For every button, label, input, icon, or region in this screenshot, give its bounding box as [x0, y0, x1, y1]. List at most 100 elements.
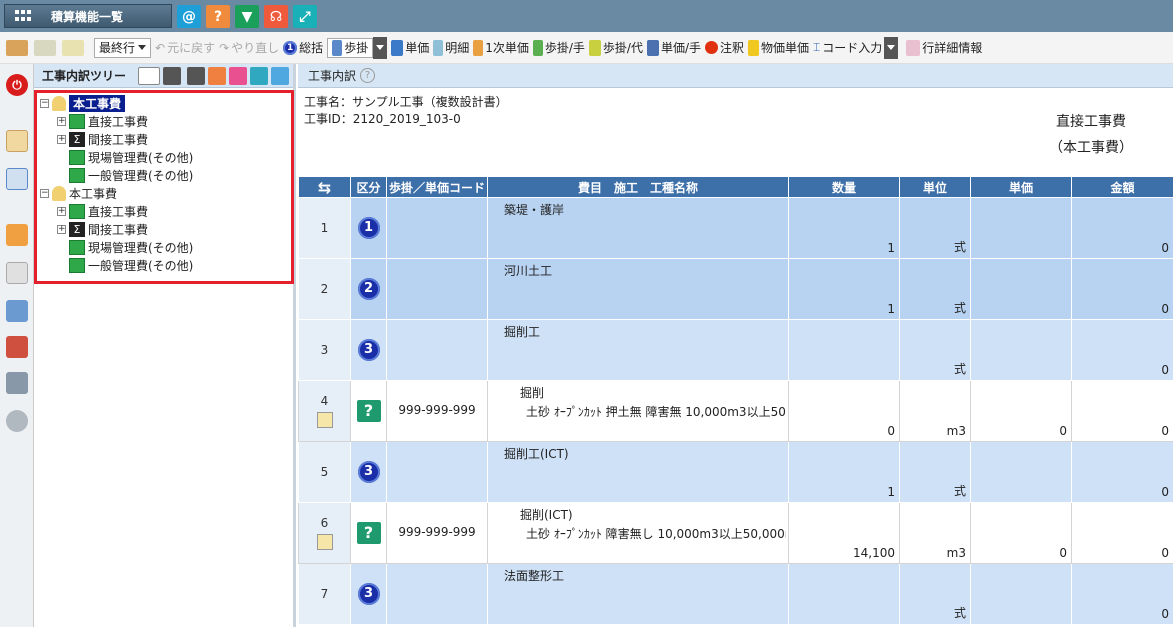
table-row[interactable]: 5 3 掘削工(ICT) 1 式 0 — [298, 441, 1173, 503]
price-cell[interactable] — [970, 441, 1072, 503]
tree-node[interactable]: 現場管理費(その他) — [57, 238, 193, 256]
table-row[interactable]: 3 3 掘削工 式 0 — [298, 319, 1173, 381]
table-row[interactable]: 2 2 河川土工 1 式 0 — [298, 258, 1173, 320]
code-cell[interactable] — [386, 563, 488, 625]
goods-unit-price-button[interactable]: 物価単価 — [746, 36, 811, 60]
detail-button[interactable]: 明細 — [431, 36, 471, 60]
amount-cell[interactable]: 0 — [1071, 380, 1173, 442]
price-cell[interactable] — [970, 258, 1072, 320]
tree-node[interactable]: + Σ 間接工事費 — [57, 220, 148, 238]
settings-icon[interactable] — [6, 410, 28, 432]
row-detail-info-button[interactable]: 行詳細情報 — [904, 36, 984, 60]
table-row[interactable]: 6? 999-999-999 掘削(ICT) 土砂 ｵｰﾌﾟﾝｶｯﾄ 障害無し 10,… — [298, 502, 1173, 564]
qty-cell[interactable] — [788, 319, 900, 381]
note-button[interactable]: 注釈 — [703, 36, 746, 60]
insert-row-button[interactable] — [32, 36, 60, 60]
unit-cell[interactable]: m3 — [899, 502, 971, 564]
qty-cell[interactable] — [788, 563, 900, 625]
table-row[interactable]: 7 3 法面整形工 式 0 — [298, 563, 1173, 625]
price-cell[interactable] — [970, 319, 1072, 381]
tree-node[interactable]: 一般管理費(その他) — [57, 256, 193, 274]
code-cell[interactable] — [386, 258, 488, 320]
expand-icon[interactable]: + — [57, 206, 66, 216]
support-icon[interactable]: ☊ — [264, 5, 288, 28]
beginner-icon[interactable]: ▼ — [235, 5, 259, 28]
gear-icon[interactable] — [187, 66, 206, 85]
chevron-down-icon[interactable] — [163, 66, 182, 85]
expand-icon[interactable]: + — [57, 116, 66, 126]
folder-open-icon[interactable] — [229, 66, 248, 85]
name-cell[interactable]: 法面整形工 — [487, 563, 789, 625]
price-cell[interactable] — [970, 197, 1072, 259]
print-icon[interactable] — [6, 372, 28, 394]
home-icon[interactable] — [6, 224, 28, 246]
tree-node[interactable]: − 本工事費 — [40, 184, 117, 202]
code-cell[interactable] — [386, 441, 488, 503]
amount-cell[interactable]: 0 — [1071, 502, 1173, 564]
amount-cell[interactable]: 0 — [1071, 563, 1173, 625]
price-cell[interactable] — [970, 563, 1072, 625]
name-cell[interactable]: 掘削工(ICT) — [487, 441, 789, 503]
table-row[interactable]: 1 1 築堤・護岸 1 式 0 — [298, 197, 1173, 259]
amount-cell[interactable]: 0 — [1071, 197, 1173, 259]
download-icon[interactable] — [6, 300, 28, 322]
feature-list-tab[interactable]: 積算機能一覧 — [4, 4, 172, 28]
name-cell[interactable]: 築堤・護岸 — [487, 197, 789, 259]
at-icon[interactable]: @ — [177, 5, 201, 28]
code-input-dropdown[interactable]: ⌶ コード入力 — [811, 36, 900, 60]
code-cell[interactable]: 999-999-999 — [386, 502, 488, 564]
code-cell[interactable] — [386, 319, 488, 381]
amount-cell[interactable]: 0 — [1071, 319, 1173, 381]
pin-icon[interactable] — [138, 66, 161, 85]
delete-row-button[interactable] — [4, 36, 32, 60]
tree-node[interactable]: 一般管理費(その他) — [57, 166, 193, 184]
unit-cell[interactable]: 式 — [899, 197, 971, 259]
summary-button[interactable]: 1 総括 — [281, 36, 325, 60]
amount-cell[interactable]: 0 — [1071, 441, 1173, 503]
unit-price-hand-button[interactable]: 単価/手 — [645, 36, 703, 60]
qty-cell[interactable]: 1 — [788, 441, 900, 503]
close-icon[interactable] — [271, 66, 290, 85]
collapse-icon[interactable]: − — [40, 188, 49, 198]
tools-icon[interactable] — [6, 336, 28, 358]
document-icon[interactable] — [316, 412, 333, 428]
undo-button[interactable]: ↶ 元に戻す — [153, 36, 217, 60]
power-icon[interactable]: ⏻ — [6, 74, 28, 96]
resize-icon[interactable]: ⤢ — [293, 5, 317, 28]
name-cell[interactable]: 掘削工 — [487, 319, 789, 381]
redo-button[interactable]: ↷ やり直し — [217, 36, 281, 60]
unit-cell[interactable]: 式 — [899, 441, 971, 503]
ayugake-proxy-button[interactable]: 歩掛/代 — [587, 36, 645, 60]
name-cell[interactable]: 河川土工 — [487, 258, 789, 320]
unit-cell[interactable]: 式 — [899, 563, 971, 625]
tree-node[interactable]: + 直接工事費 — [57, 202, 148, 220]
tree-node[interactable]: + 直接工事費 — [57, 112, 148, 130]
qty-cell[interactable]: 1 — [788, 197, 900, 259]
price-cell[interactable]: 0 — [970, 380, 1072, 442]
tree-node[interactable]: − 本工事費 — [40, 94, 126, 112]
qty-cell[interactable]: 1 — [788, 258, 900, 320]
tree-node[interactable]: + Σ 間接工事費 — [57, 130, 148, 148]
code-cell[interactable]: 999-999-999 — [386, 380, 488, 442]
name-cell[interactable]: 掘削(ICT) 土砂 ｵｰﾌﾟﾝｶｯﾄ 障害無し 10,000m3以上50,000… — [487, 502, 789, 564]
swap-header[interactable]: ⇆ — [298, 176, 351, 198]
table-row[interactable]: 4? 999-999-999 掘削 土砂 ｵｰﾌﾟﾝｶｯﾄ 押土無 障害無 10,00… — [298, 380, 1173, 442]
ayugake-dropdown[interactable]: 歩掛 — [325, 36, 389, 60]
code-cell[interactable] — [386, 197, 488, 259]
table-button[interactable] — [60, 36, 88, 60]
primary-unit-price-button[interactable]: 1次単価 — [471, 36, 531, 60]
latest-row-select[interactable]: 最終行 — [94, 37, 152, 58]
unit-price-button[interactable]: 単価 — [389, 36, 431, 60]
qty-cell[interactable]: 0 — [788, 380, 900, 442]
tree-node[interactable]: 現場管理費(その他) — [57, 148, 193, 166]
document-icon[interactable] — [6, 262, 28, 284]
amount-cell[interactable]: 0 — [1071, 258, 1173, 320]
name-cell[interactable]: 掘削 土砂 ｵｰﾌﾟﾝｶｯﾄ 押土無 障害無 10,000m3以上50 — [487, 380, 789, 442]
qty-cell[interactable]: 14,100 — [788, 502, 900, 564]
unit-cell[interactable]: 式 — [899, 258, 971, 320]
refresh-icon[interactable] — [250, 66, 269, 85]
price-cell[interactable]: 0 — [970, 502, 1072, 564]
folder-icon[interactable] — [208, 66, 227, 85]
collapse-icon[interactable]: − — [40, 98, 49, 108]
document-icon[interactable] — [316, 534, 333, 550]
